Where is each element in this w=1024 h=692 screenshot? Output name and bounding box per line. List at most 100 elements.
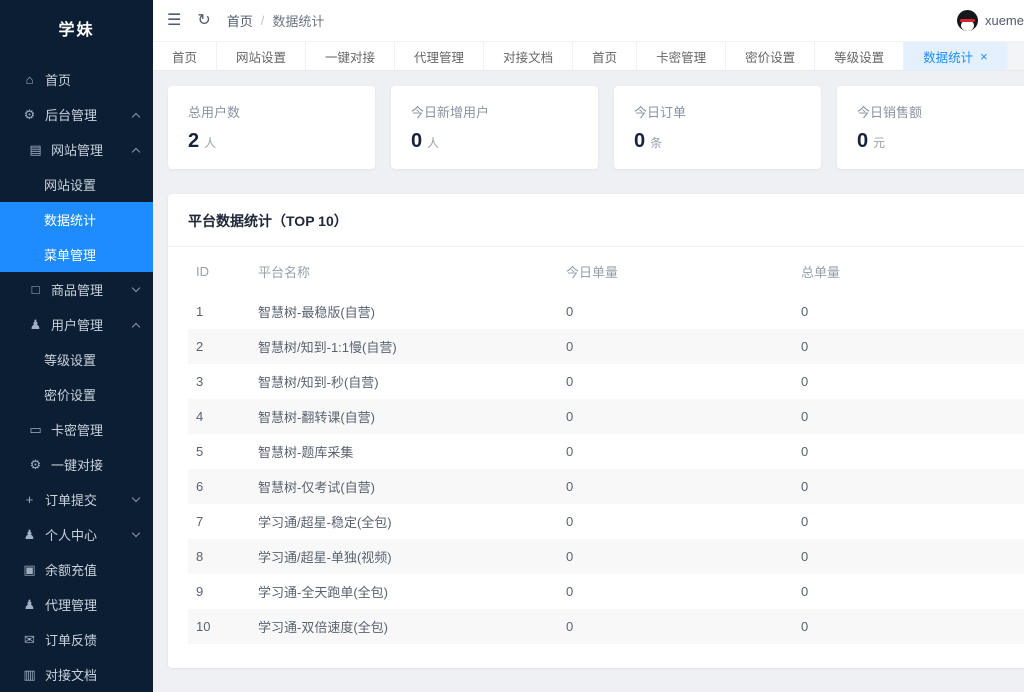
platform-stats-table: ID 平台名称 今日单量 总单量 1 智慧树-最稳版(自营) 0 0 2 智慧树… [188,247,1024,644]
sidebar-item-label: 订单提交 [45,493,98,508]
qq-avatar-icon [956,10,978,31]
cell-total-count: 0 [801,304,809,319]
cell-id: 10 [196,619,211,634]
cell-today-count: 0 [566,514,574,529]
stat-value: 0 [857,130,869,152]
chevron-up-icon [131,322,141,331]
cell-id: 5 [196,444,204,459]
panel-title: 平台数据统计（TOP 10） [188,213,348,229]
sidebar-item-one-click-connect[interactable]: ⚙ 一键对接 [0,447,153,482]
sidebar-item-label: 个人中心 [45,528,98,543]
monitor-icon: ▤ [29,141,42,157]
user-menu[interactable]: xueme [956,10,1024,31]
sidebar-item-goods-mgmt[interactable]: □ 商品管理 [0,272,153,307]
user-icon: ♟ [29,316,42,332]
cell-platform-name: 智慧树/知到-1:1慢(自营) [258,340,397,355]
cell-total-count: 0 [801,479,809,494]
sidebar-item-site-settings[interactable]: 网站设置 [0,167,153,202]
table-row: 4 智慧树-翻转课(自营) 0 0 [188,399,1024,434]
cell-id: 6 [196,479,204,494]
sidebar-item-label: 卡密管理 [51,423,104,438]
collapse-menu-icon[interactable]: ☰ [167,12,181,29]
table-row: 6 智慧树-仅考试(自营) 0 0 [188,469,1024,504]
chevron-up-icon [131,112,141,121]
tab-bar: 首页 网站设置 一键对接 代理管理 对接文档 首页 卡密管理 密价设置 等级设置… [153,42,1024,71]
sidebar-item-label: 首页 [45,73,72,88]
document-icon: ▥ [23,666,36,682]
tab-item[interactable]: 网站设置 [217,42,307,70]
stat-card-total-users: 总用户数 2 人 [168,86,375,169]
sidebar-item-label: 代理管理 [45,598,98,613]
tab-item[interactable]: 首页 [153,42,218,70]
sidebar-item-recharge[interactable]: ▣ 余额充值 [0,552,153,587]
cell-total-count: 0 [801,584,809,599]
stat-label: 今日新增用户 [411,105,490,120]
sidebar-item-card-mgmt[interactable]: ▭ 卡密管理 [0,412,153,447]
stat-label: 今日销售额 [857,105,923,120]
breadcrumb: 首页 / 数据统计 [227,11,325,30]
sidebar-item-label: 网站管理 [51,143,104,158]
username: xueme [984,13,1024,28]
breadcrumb-home[interactable]: 首页 [227,11,253,30]
stat-value: 2 [188,130,200,152]
tab-item[interactable]: 密价设置 [726,42,816,70]
cell-id: 3 [196,374,204,389]
column-header-id: ID [196,264,209,279]
cell-today-count: 0 [566,374,574,389]
sidebar-item-label: 一键对接 [51,458,104,473]
sidebar-item-order-submit[interactable]: + 订单提交 [0,482,153,517]
sidebar-menu: ⌂ 首页 ⚙ 后台管理 ▤ 网站管理 网站设置 数据统计 菜单管理 □ 商品管理… [0,56,153,692]
cell-today-count: 0 [566,339,574,354]
sidebar-item-level-settings[interactable]: 等级设置 [0,342,153,377]
tab-item-active[interactable]: 数据统计 × [904,42,1008,70]
home-icon: ⌂ [25,72,34,87]
stat-unit: 人 [204,136,217,150]
sidebar-item-user-mgmt[interactable]: ♟ 用户管理 [0,307,153,342]
tab-item[interactable]: 等级设置 [815,42,905,70]
tab-item[interactable]: 卡密管理 [637,42,727,70]
stat-unit: 人 [427,136,440,150]
sidebar-item-profile[interactable]: ♟ 个人中心 [0,517,153,552]
stat-unit: 条 [650,136,663,150]
sidebar-item-site-mgmt[interactable]: ▤ 网站管理 [0,132,153,167]
gear-icon: ⚙ [23,106,36,122]
cell-id: 9 [196,584,204,599]
gear-icon: ⚙ [29,456,42,472]
sidebar-item-agent-mgmt[interactable]: ♟ 代理管理 [0,587,153,622]
sidebar-item-menu-mgmt[interactable]: 菜单管理 [0,237,153,272]
top-header: ☰ ↻ 首页 / 数据统计 xueme [153,0,1024,42]
close-icon[interactable]: × [980,50,988,63]
sidebar-item-label: 商品管理 [51,283,104,298]
tab-item[interactable]: 代理管理 [395,42,485,70]
chevron-down-icon [131,493,141,502]
table-row: 2 智慧树/知到-1:1慢(自营) 0 0 [188,329,1024,364]
refresh-icon[interactable]: ↻ [197,12,210,29]
tab-item[interactable]: 一键对接 [306,42,396,70]
tab-item[interactable]: 首页 [573,42,638,70]
cell-total-count: 0 [801,514,809,529]
column-header-total-count: 总单量 [801,265,841,280]
sidebar-item-label: 对接文档 [45,668,98,683]
tab-item[interactable]: 对接文档 [484,42,574,70]
table-row: 7 学习通/超星-稳定(全包) 0 0 [188,504,1024,539]
plus-icon: + [25,492,34,507]
user-icon: ♟ [23,526,36,542]
sidebar-item-label: 余额充值 [45,563,98,578]
sidebar-item-docs[interactable]: ▥ 对接文档 [0,657,153,692]
sidebar-item-admin[interactable]: ⚙ 后台管理 [0,97,153,132]
cell-total-count: 0 [801,549,809,564]
sidebar-item-price-settings[interactable]: 密价设置 [0,377,153,412]
cell-id: 7 [196,514,204,529]
stat-label: 今日订单 [634,105,687,120]
breadcrumb-separator: / [260,13,265,28]
sidebar-item-home[interactable]: ⌂ 首页 [0,62,153,97]
main-area: ☰ ↻ 首页 / 数据统计 xueme 首页 网站设置 一键对接 代理管理 对接… [153,0,1024,692]
sidebar-item-order-feedback[interactable]: ✉ 订单反馈 [0,622,153,657]
stat-value: 0 [634,130,646,152]
user-icon: ♟ [23,596,36,612]
sidebar-item-data-stats[interactable]: 数据统计 [0,202,153,237]
cell-total-count: 0 [801,374,809,389]
feedback-icon: ✉ [24,631,35,647]
cell-today-count: 0 [566,409,574,424]
cell-total-count: 0 [801,444,809,459]
